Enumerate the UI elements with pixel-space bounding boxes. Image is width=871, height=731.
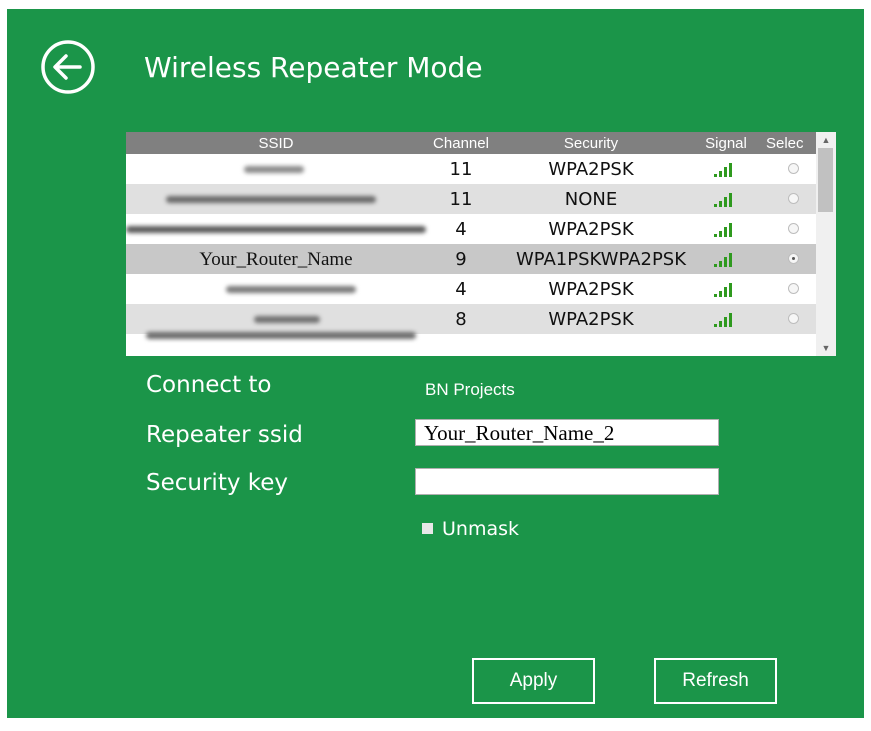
security-cell: WPA2PSK [548,219,634,240]
select-radio[interactable] [788,283,799,294]
security-cell: NONE [564,189,618,210]
table-header: SSID Channel Security Signal Selec [126,132,816,154]
scroll-up-arrow-icon[interactable]: ▲ [816,132,836,148]
ssid-cell: Your_Router_Name [199,249,353,270]
security-cell: WPA2PSK [548,159,634,180]
signal-icon [714,192,736,207]
signal-icon [714,252,736,267]
network-table: SSID Channel Security Signal Selec 11 WP… [126,132,836,356]
table-row-selected[interactable]: Your_Router_Name 9 WPA1PSKWPA2PSK [126,244,816,274]
security-key-input[interactable] [415,468,719,495]
blurred-ssid [254,316,320,323]
table-row[interactable]: 4 WPA2PSK [126,214,816,244]
security-cell: WPA2PSK [548,309,634,330]
table-row-partial[interactable] [126,332,816,356]
table-row[interactable]: 4 WPA2PSK [126,274,816,304]
security-cell: WPA2PSK [548,279,634,300]
channel-cell: 4 [455,219,467,240]
table-row[interactable]: 11 NONE [126,184,816,214]
blurred-ssid [146,332,416,339]
scroll-down-arrow-icon[interactable]: ▼ [816,340,836,356]
signal-icon [714,162,736,177]
blurred-ssid [226,286,356,293]
signal-icon [714,312,736,327]
connect-to-label: Connect to [146,372,272,398]
repeater-panel: Wireless Repeater Mode SSID Channel Secu… [7,9,864,718]
blurred-ssid [126,226,426,233]
select-radio[interactable] [788,223,799,234]
signal-icon [714,282,736,297]
repeater-ssid-label: Repeater ssid [146,422,303,448]
refresh-button[interactable]: Refresh [654,658,777,704]
column-signal: Signal [705,135,747,152]
channel-cell: 11 [449,189,473,210]
table-scrollbar[interactable]: ▲ ▼ [816,132,836,356]
security-key-label: Security key [146,470,289,496]
select-radio[interactable] [788,193,799,204]
table-row[interactable]: 11 WPA2PSK [126,154,816,184]
apply-button[interactable]: Apply [472,658,595,704]
column-select: Selec [766,135,804,152]
scroll-thumb[interactable] [818,148,833,212]
unmask-checkbox[interactable] [422,523,433,534]
table-row[interactable]: 8 WPA2PSK [126,304,816,334]
blurred-ssid [244,166,304,173]
signal-icon [714,222,736,237]
back-arrow-icon[interactable] [40,39,96,95]
unmask-label[interactable]: Unmask [442,518,519,540]
select-radio[interactable] [788,313,799,324]
column-channel: Channel [433,135,489,152]
channel-cell: 8 [455,309,467,330]
channel-cell: 9 [455,249,467,270]
select-radio-checked[interactable] [788,253,799,264]
page-title: Wireless Repeater Mode [144,51,483,84]
select-radio[interactable] [788,163,799,174]
column-ssid: SSID [258,135,294,152]
security-cell: WPA1PSKWPA2PSK [515,249,687,270]
blurred-ssid [166,196,376,203]
channel-cell: 11 [449,159,473,180]
repeater-ssid-input[interactable]: Your_Router_Name_2 [415,419,719,446]
channel-cell: 4 [455,279,467,300]
connect-to-value: BN Projects [425,380,515,399]
column-security: Security [563,135,619,152]
